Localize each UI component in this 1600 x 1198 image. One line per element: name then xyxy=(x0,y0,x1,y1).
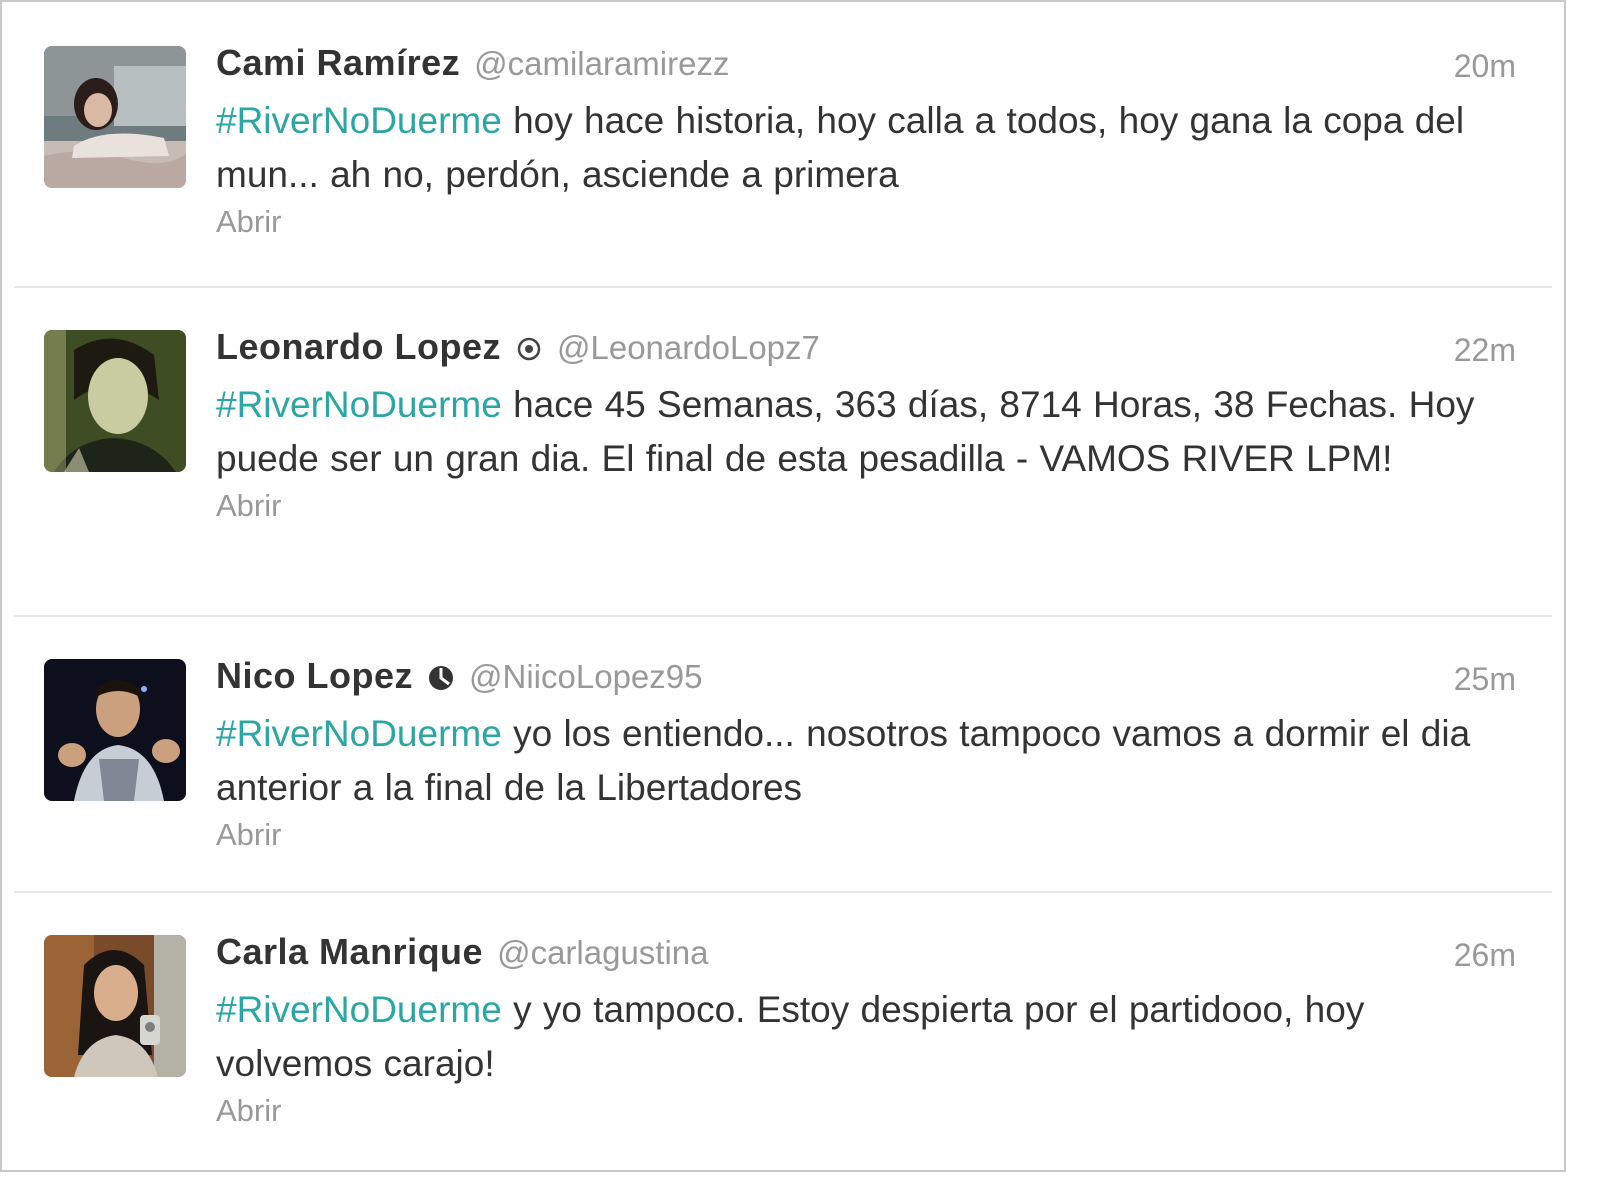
author-name[interactable]: Carla Manrique xyxy=(216,931,483,973)
tweet-item[interactable]: Leonardo Lopez @LeonardoLopz7 22m #River… xyxy=(14,286,1552,617)
avatar[interactable] xyxy=(44,659,186,801)
open-tweet-link[interactable]: Abrir xyxy=(216,817,1516,853)
author-name[interactable]: Leonardo Lopez xyxy=(216,326,501,368)
author-name[interactable]: Cami Ramírez xyxy=(216,42,460,84)
tweet-timestamp[interactable]: 22m xyxy=(1454,332,1516,369)
author-handle[interactable]: @camilaramirezz xyxy=(474,45,729,83)
avatar[interactable] xyxy=(44,935,186,1077)
avatar[interactable] xyxy=(44,330,186,472)
open-tweet-link[interactable]: Abrir xyxy=(216,204,1516,240)
target-icon xyxy=(515,335,543,363)
tweet-text: #RiverNoDuerme hoy hace historia, hoy ca… xyxy=(216,94,1516,202)
hashtag-link[interactable]: #RiverNoDuerme xyxy=(216,713,502,754)
tweet-text: #RiverNoDuerme y yo tampoco. Estoy despi… xyxy=(216,983,1516,1091)
tweet-item[interactable]: Carla Manrique @carlagustina 26m #RiverN… xyxy=(14,891,1552,1172)
tweet-timestamp[interactable]: 20m xyxy=(1454,48,1516,85)
open-tweet-link[interactable]: Abrir xyxy=(216,488,1516,524)
open-tweet-link[interactable]: Abrir xyxy=(216,1093,1516,1129)
author-handle[interactable]: @LeonardoLopz7 xyxy=(557,329,820,367)
author-name[interactable]: Nico Lopez xyxy=(216,655,413,697)
ball-icon xyxy=(427,664,455,692)
tweet-text: #RiverNoDuerme hace 45 Semanas, 363 días… xyxy=(216,378,1516,486)
avatar[interactable] xyxy=(44,46,186,188)
tweet-item[interactable]: Nico Lopez @NiicoLopez95 25m #RiverNoDue… xyxy=(14,615,1552,893)
hashtag-link[interactable]: #RiverNoDuerme xyxy=(216,384,502,425)
author-handle[interactable]: @NiicoLopez95 xyxy=(469,658,702,696)
author-handle[interactable]: @carlagustina xyxy=(497,934,708,972)
tweet-timeline: Cami Ramírez @camilaramirezz 20m #RiverN… xyxy=(0,0,1566,1172)
tweet-timestamp[interactable]: 26m xyxy=(1454,937,1516,974)
tweet-timestamp[interactable]: 25m xyxy=(1454,661,1516,698)
hashtag-link[interactable]: #RiverNoDuerme xyxy=(216,989,502,1030)
tweet-text: #RiverNoDuerme yo los entiendo... nosotr… xyxy=(216,707,1516,815)
hashtag-link[interactable]: #RiverNoDuerme xyxy=(216,100,502,141)
tweet-item[interactable]: Cami Ramírez @camilaramirezz 20m #RiverN… xyxy=(14,2,1552,288)
